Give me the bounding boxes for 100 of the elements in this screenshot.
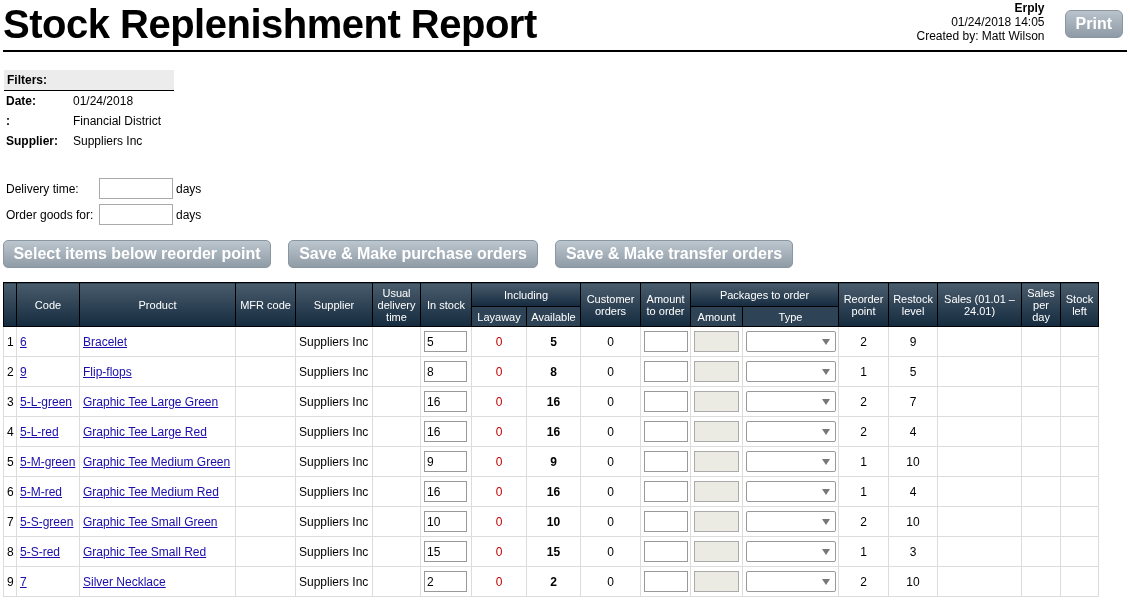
table-cell: 7 xyxy=(888,386,938,417)
filters-heading: Filters: xyxy=(4,70,174,91)
table-cell: 2 xyxy=(838,416,889,447)
table-cell: 0 xyxy=(471,416,527,447)
stock-input[interactable]: 2 xyxy=(424,571,467,592)
caret-icon xyxy=(822,338,830,345)
table-cell: Suppliers Inc xyxy=(295,416,373,447)
amount-input[interactable] xyxy=(644,361,688,382)
column-header: Amount to order xyxy=(640,282,691,327)
company-name: Erply xyxy=(1014,1,1045,15)
table-cell: Suppliers Inc xyxy=(295,506,373,537)
amount-input[interactable] xyxy=(644,421,688,442)
table-cell: Suppliers Inc xyxy=(295,326,373,357)
input-field[interactable] xyxy=(99,204,173,225)
type-dropdown[interactable] xyxy=(746,361,836,382)
amount-input[interactable] xyxy=(644,331,688,352)
type-dropdown[interactable] xyxy=(746,451,836,472)
row-number: 3 xyxy=(3,386,17,417)
amount-input[interactable] xyxy=(644,511,688,532)
table-cell: 10 xyxy=(526,506,581,537)
caret-icon xyxy=(822,548,830,555)
type-dropdown[interactable] xyxy=(746,481,836,502)
input-field[interactable] xyxy=(99,178,173,199)
row-number: 6 xyxy=(3,476,17,507)
type-dropdown[interactable] xyxy=(746,421,836,442)
row-number: 2 xyxy=(3,356,17,387)
table-cell: 2 xyxy=(838,326,889,357)
stock-input[interactable]: 5 xyxy=(424,331,467,352)
stock-input[interactable]: 16 xyxy=(424,391,467,412)
table-cell: 0 xyxy=(471,446,527,477)
table-cell: 0 xyxy=(471,476,527,507)
table-cell: Suppliers Inc xyxy=(295,386,373,417)
unit-label: days xyxy=(176,206,202,224)
amount-input[interactable] xyxy=(644,541,688,562)
table-cell: Suppliers Inc xyxy=(295,356,373,387)
table-cell: 0 xyxy=(471,386,527,417)
table-cell: Suppliers Inc xyxy=(295,536,373,567)
filter-value: 01/24/2018 xyxy=(73,93,134,110)
column-header: Customer orders xyxy=(580,282,641,327)
stock-input[interactable]: 9 xyxy=(424,451,467,472)
caret-icon xyxy=(822,578,830,585)
filter-label: Date: xyxy=(6,93,37,110)
stock-input[interactable]: 15 xyxy=(424,541,467,562)
column-header: MFR code xyxy=(235,282,296,327)
table-cell: 0 xyxy=(580,416,641,447)
created-by: Created by: Matt Wilson xyxy=(916,29,1045,43)
type-dropdown[interactable] xyxy=(746,511,836,532)
table-cell: 3 xyxy=(888,536,938,567)
column-header: Supplier xyxy=(295,282,373,327)
table-cell: 1 xyxy=(838,536,889,567)
table-cell: 1 xyxy=(838,446,889,477)
caret-icon xyxy=(822,368,830,375)
field-label: Delivery time: xyxy=(6,180,80,198)
stock-input[interactable]: 16 xyxy=(424,421,467,442)
table-cell: 2 xyxy=(838,386,889,417)
table-cell: 0 xyxy=(580,326,641,357)
product-link[interactable]: Bracelet xyxy=(83,334,128,349)
caret-icon xyxy=(822,398,830,405)
table-cell: Suppliers Inc xyxy=(295,476,373,507)
table-cell: 0 xyxy=(580,386,641,417)
stock-input[interactable]: 10 xyxy=(424,511,467,532)
amount-input[interactable] xyxy=(644,481,688,502)
report-datetime: 01/24/2018 14:05 xyxy=(951,15,1045,29)
caret-icon xyxy=(822,518,830,525)
filter-label: Supplier: xyxy=(6,133,59,150)
table-cell: 0 xyxy=(580,566,641,597)
table-cell: 0 xyxy=(471,356,527,387)
amount-input[interactable] xyxy=(644,391,688,412)
field-label: Order goods for: xyxy=(6,206,95,224)
column-header: Including xyxy=(471,282,581,307)
table-cell: 0 xyxy=(580,446,641,477)
table-cell: 9 xyxy=(888,326,938,357)
product-link[interactable]: Flip-flops xyxy=(83,364,132,379)
column-header: In stock xyxy=(420,282,472,327)
row-number: 8 xyxy=(3,536,17,567)
table-cell: 15 xyxy=(526,536,581,567)
table-cell: Suppliers Inc xyxy=(295,446,373,477)
row-number: 4 xyxy=(3,416,17,447)
table-cell: 5 xyxy=(526,326,581,357)
stock-input[interactable]: 8 xyxy=(424,361,467,382)
column-header: Reorder point xyxy=(838,282,889,327)
unit-label: days xyxy=(176,180,202,198)
type-dropdown[interactable] xyxy=(746,541,836,562)
table-cell: 4 xyxy=(888,476,938,507)
stock-input[interactable]: 16 xyxy=(424,481,467,502)
type-dropdown[interactable] xyxy=(746,331,836,352)
type-dropdown[interactable] xyxy=(746,391,836,412)
type-dropdown[interactable] xyxy=(746,571,836,592)
caret-icon xyxy=(822,458,830,465)
caret-icon xyxy=(822,488,830,495)
code-link[interactable]: 9 xyxy=(20,364,27,379)
code-link[interactable]: 6 xyxy=(20,334,27,349)
column-header: Product xyxy=(79,282,236,327)
table-cell: 0 xyxy=(471,566,527,597)
amount-input[interactable] xyxy=(644,451,688,472)
table-cell: 10 xyxy=(888,506,938,537)
table-cell: 4 xyxy=(888,416,938,447)
amount-input[interactable] xyxy=(644,571,688,592)
table-cell: 0 xyxy=(471,326,527,357)
code-link[interactable]: 7 xyxy=(20,574,27,589)
